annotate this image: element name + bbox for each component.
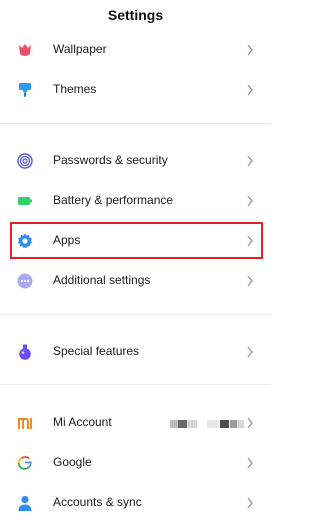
- page-title: Settings: [107, 7, 164, 23]
- mi-logo-icon: [18, 418, 32, 429]
- chevron-right-icon: [247, 84, 253, 96]
- settings-item-themes[interactable]: Themes: [0, 70, 271, 110]
- section-divider: [0, 123, 271, 124]
- chevron-right-icon: [247, 417, 253, 429]
- settings-item-label: Battery & performance: [53, 193, 174, 207]
- settings-item-label: Google: [53, 455, 92, 469]
- battery-icon: [18, 197, 32, 205]
- settings-item-label: Wallpaper: [53, 42, 107, 56]
- chevron-right-icon: [247, 235, 253, 247]
- settings-item-label: Accounts & sync: [53, 495, 142, 509]
- chevron-right-icon: [247, 457, 253, 469]
- tulip-icon: [19, 44, 31, 56]
- section-divider: [0, 314, 271, 315]
- chevron-right-icon: [247, 275, 253, 287]
- settings-item-wallpaper[interactable]: Wallpaper: [0, 30, 271, 70]
- fingerprint-icon: [17, 153, 33, 169]
- settings-item-label: Apps: [53, 233, 81, 247]
- settings-item-passwords-security[interactable]: Passwords & security: [0, 141, 271, 181]
- settings-item-label: Passwords & security: [53, 153, 168, 167]
- settings-item-apps[interactable]: Apps: [0, 221, 271, 261]
- person-icon: [18, 496, 32, 511]
- chevron-right-icon: [247, 497, 253, 509]
- potion-icon: [19, 344, 31, 360]
- settings-item-battery-performance[interactable]: Battery & performance: [0, 181, 271, 221]
- chevron-right-icon: [247, 195, 253, 207]
- chevron-right-icon: [247, 44, 253, 56]
- google-icon: [18, 456, 32, 470]
- settings-item-additional-settings[interactable]: Additional settings: [0, 261, 271, 301]
- chevron-right-icon: [247, 346, 253, 358]
- settings-item-label: Special features: [53, 344, 140, 358]
- settings-item-mi-account[interactable]: Mi Account: [0, 403, 271, 443]
- settings-item-label: Themes: [53, 82, 97, 96]
- chevron-right-icon: [247, 155, 253, 167]
- section-divider: [0, 384, 271, 385]
- paint-roller-icon: [19, 83, 31, 97]
- settings-item-accounts-sync[interactable]: Accounts & sync: [0, 483, 271, 523]
- account-id-redacted: [170, 420, 244, 428]
- settings-item-label: Additional settings: [53, 273, 151, 287]
- settings-item-label: Mi Account: [53, 415, 112, 429]
- gear-icon: [17, 233, 33, 249]
- more-dots-icon: [17, 273, 33, 289]
- settings-item-google[interactable]: Google: [0, 443, 271, 483]
- settings-item-special-features[interactable]: Special features: [0, 332, 271, 372]
